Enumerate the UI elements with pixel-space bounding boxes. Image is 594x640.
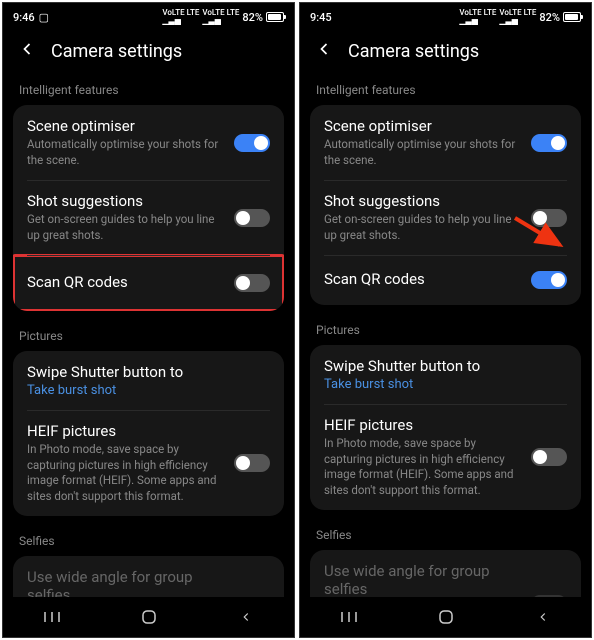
row-wide-angle: Use wide angle for group selfies Automat… xyxy=(310,550,581,597)
battery-icon xyxy=(266,12,284,22)
row-scene-optimiser[interactable]: Scene optimiser Automatically optimise y… xyxy=(310,105,581,180)
scene-title: Scene optimiser xyxy=(324,117,519,135)
nav-home[interactable] xyxy=(137,605,161,629)
section-pictures: Pictures xyxy=(13,323,284,351)
nav-recents[interactable] xyxy=(337,605,361,629)
row-heif[interactable]: HEIF pictures In Photo mode, save space … xyxy=(13,410,284,516)
clock: 9:45 xyxy=(310,11,332,24)
shot-title: Shot suggestions xyxy=(27,192,222,210)
settings-scroll[interactable]: Intelligent features Scene optimiser Aut… xyxy=(300,77,591,597)
qr-toggle[interactable] xyxy=(531,271,567,289)
page-title: Camera settings xyxy=(51,41,182,62)
row-scene-optimiser[interactable]: Scene optimiser Automatically optimise y… xyxy=(13,105,284,180)
swipe-title: Swipe Shutter button to xyxy=(27,363,270,381)
nav-back[interactable] xyxy=(234,605,258,629)
status-bar: 9:45 VoLTE LTE▁▃▅ VoLTE LTE▁▃▅ 82% xyxy=(300,3,591,29)
clock: 9:46 xyxy=(13,11,35,24)
nav-bar xyxy=(3,597,294,637)
card-intelligent: Scene optimiser Automatically optimise y… xyxy=(310,105,581,305)
card-selfies: Use wide angle for group selfies Automat… xyxy=(310,550,581,597)
scene-desc: Automatically optimise your shots for th… xyxy=(324,137,519,168)
swipe-link: Take burst shot xyxy=(324,377,567,392)
shot-title: Shot suggestions xyxy=(324,192,519,210)
row-heif[interactable]: HEIF pictures In Photo mode, save space … xyxy=(310,404,581,510)
image-icon: ▢ xyxy=(39,11,49,24)
wide-title: Use wide angle for group selfies xyxy=(27,568,222,597)
page-header: Camera settings xyxy=(300,29,591,77)
row-shot-suggestions[interactable]: Shot suggestions Get on-screen guides to… xyxy=(310,180,581,255)
page-title: Camera settings xyxy=(348,41,479,62)
heif-desc: In Photo mode, save space by capturing p… xyxy=(324,436,519,498)
shot-toggle[interactable] xyxy=(234,209,270,227)
card-pictures: Swipe Shutter button to Take burst shot … xyxy=(13,351,284,516)
section-selfies: Selfies xyxy=(310,522,581,550)
qr-title: Scan QR codes xyxy=(324,270,519,288)
nav-recents[interactable] xyxy=(40,605,64,629)
page-header: Camera settings xyxy=(3,29,294,77)
row-scan-qr-codes[interactable]: Scan QR codes xyxy=(310,255,581,305)
row-scan-qr-codes[interactable]: Scan QR codes xyxy=(13,255,284,311)
phone-left: 9:46 ▢ VoLTE LTE▁▃▅ VoLTE LTE▁▃▅ 82% Cam… xyxy=(2,2,295,638)
swipe-link: Take burst shot xyxy=(27,383,270,398)
qr-toggle[interactable] xyxy=(234,274,270,292)
nav-bar xyxy=(300,597,591,637)
battery-icon xyxy=(563,12,581,22)
card-selfies: Use wide angle for group selfies Automat… xyxy=(13,556,284,597)
volte-2: VoLTE LTE▁▃▅ xyxy=(202,9,239,25)
row-swipe-shutter[interactable]: Swipe Shutter button to Take burst shot xyxy=(13,351,284,410)
section-pictures: Pictures xyxy=(310,317,581,345)
card-intelligent: Scene optimiser Automatically optimise y… xyxy=(13,105,284,311)
scene-toggle[interactable] xyxy=(234,134,270,152)
back-button[interactable] xyxy=(17,39,37,63)
scene-toggle[interactable] xyxy=(531,134,567,152)
battery-percentage: 82% xyxy=(539,11,560,24)
volte-1: VoLTE LTE▁▃▅ xyxy=(459,9,496,25)
heif-title: HEIF pictures xyxy=(324,416,519,434)
shot-desc: Get on-screen guides to help you line up… xyxy=(324,212,519,243)
section-intelligent: Intelligent features xyxy=(13,77,284,105)
settings-scroll[interactable]: Intelligent features Scene optimiser Aut… xyxy=(3,77,294,597)
row-shot-suggestions[interactable]: Shot suggestions Get on-screen guides to… xyxy=(13,180,284,255)
row-wide-angle: Use wide angle for group selfies Automat… xyxy=(13,556,284,597)
card-pictures: Swipe Shutter button to Take burst shot … xyxy=(310,345,581,510)
scene-title: Scene optimiser xyxy=(27,117,222,135)
scene-desc: Automatically optimise your shots for th… xyxy=(27,137,222,168)
battery-percentage: 82% xyxy=(242,11,263,24)
heif-title: HEIF pictures xyxy=(27,422,222,440)
nav-back[interactable] xyxy=(531,605,555,629)
heif-toggle[interactable] xyxy=(531,448,567,466)
row-swipe-shutter[interactable]: Swipe Shutter button to Take burst shot xyxy=(310,345,581,404)
shot-toggle[interactable] xyxy=(531,209,567,227)
section-selfies: Selfies xyxy=(13,528,284,556)
phone-right: 9:45 VoLTE LTE▁▃▅ VoLTE LTE▁▃▅ 82% Camer… xyxy=(299,2,592,638)
volte-2: VoLTE LTE▁▃▅ xyxy=(499,9,536,25)
status-bar: 9:46 ▢ VoLTE LTE▁▃▅ VoLTE LTE▁▃▅ 82% xyxy=(3,3,294,29)
section-intelligent: Intelligent features xyxy=(310,77,581,105)
wide-title: Use wide angle for group selfies xyxy=(324,562,519,597)
volte-1: VoLTE LTE▁▃▅ xyxy=(162,9,199,25)
shot-desc: Get on-screen guides to help you line up… xyxy=(27,212,222,243)
nav-home[interactable] xyxy=(434,605,458,629)
heif-toggle[interactable] xyxy=(234,454,270,472)
heif-desc: In Photo mode, save space by capturing p… xyxy=(27,442,222,504)
back-button[interactable] xyxy=(314,39,334,63)
swipe-title: Swipe Shutter button to xyxy=(324,357,567,375)
qr-title: Scan QR codes xyxy=(27,273,222,291)
